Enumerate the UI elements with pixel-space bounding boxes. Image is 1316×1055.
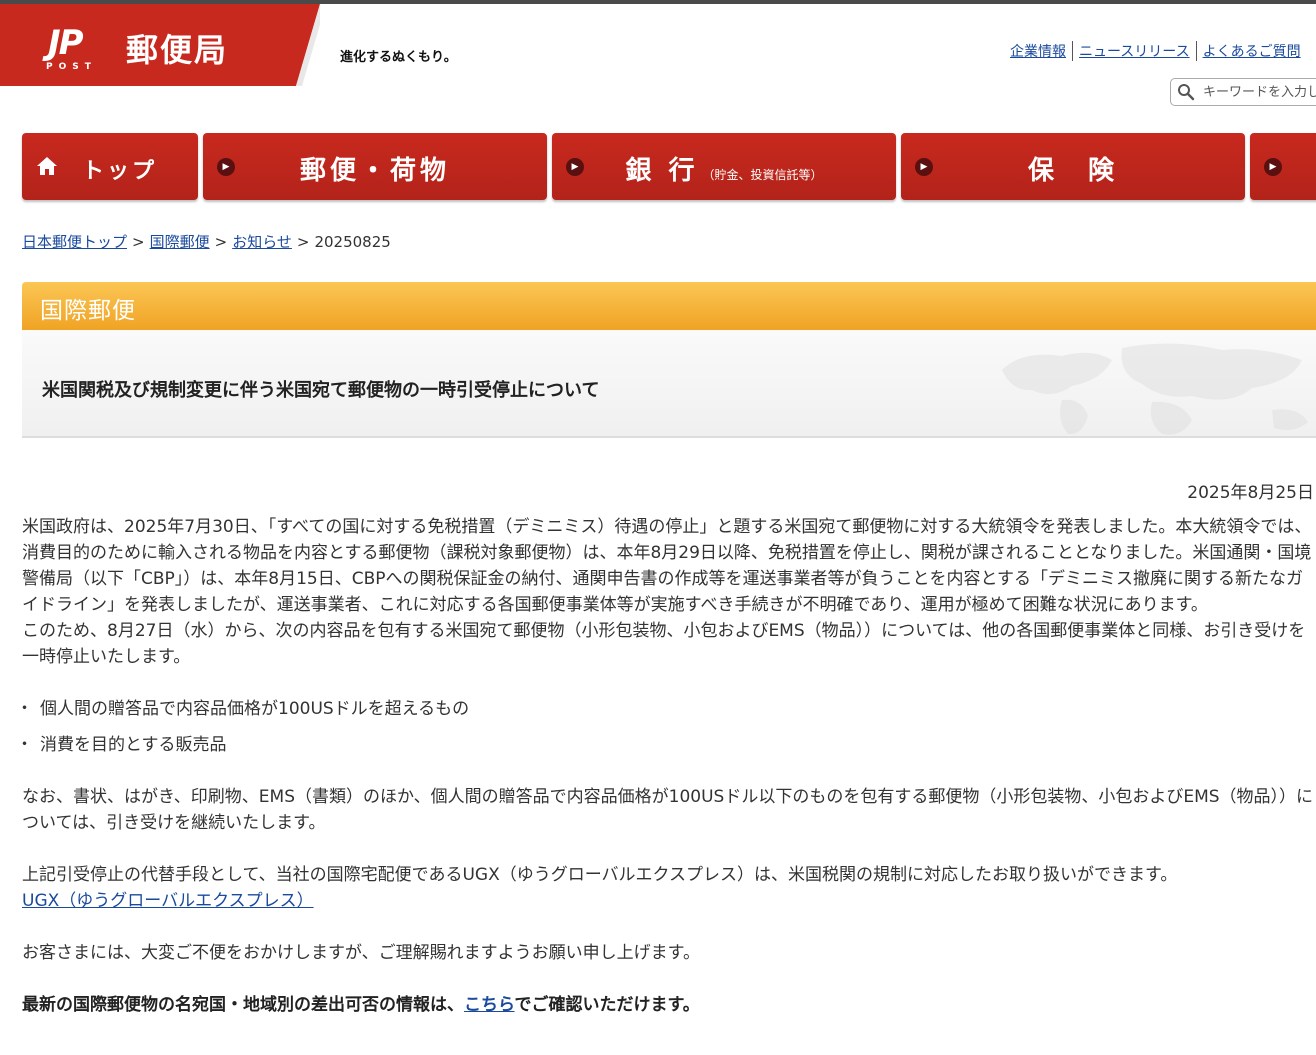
post-logo-text: POST — [46, 62, 97, 72]
chevron-right-icon: ▶ — [1264, 158, 1282, 176]
list-item: 個人間の贈答品で内容品価格が100USドルを超えるもの — [16, 696, 1316, 722]
breadcrumb-notices[interactable]: お知らせ — [232, 233, 292, 251]
article-paragraph: お客さまには、大変ご不便をおかけしますが、ご理解賜れますようお願い申し上げます。 — [22, 943, 700, 963]
tagline: 進化するぬくもり。 — [340, 50, 457, 65]
list-item: 消費を目的とする販売品 — [16, 732, 1316, 758]
breadcrumb-jp-top[interactable]: 日本郵便トップ — [22, 233, 127, 251]
breadcrumb-current: 20250825 — [314, 233, 391, 251]
article-paragraph: なお、書状、はがき、印刷物、EMS（書類）のほか、個人間の贈答品で内容品価格が1… — [22, 787, 1314, 833]
nav-bank-sublabel: （貯金、投資信託等） — [702, 168, 823, 182]
article-paragraph: 上記引受停止の代替手段として、当社の国際宅配便であるUGX（ゆうグローバルエクス… — [22, 865, 1178, 885]
logo-banner[interactable]: JP POST 郵便局 — [0, 4, 320, 86]
publish-date: 2025年8月25日 — [1187, 483, 1314, 503]
nav-top-label: トップ — [82, 159, 158, 184]
search-input[interactable] — [1203, 84, 1316, 100]
nav-bank-text: 銀 行 — [625, 156, 699, 186]
news-release-link[interactable]: ニュースリリース — [1073, 41, 1196, 61]
title-box: 米国関税及び規制変更に伴う米国宛て郵便物の一時引受停止について — [22, 330, 1316, 438]
nav-bank-label: 銀 行（貯金、投資信託等） — [552, 150, 896, 187]
article-paragraph: このため、8月27日（水）から、次の内容品を包有する米国宛て郵便物（小形包装物、… — [22, 621, 1306, 667]
breadcrumb-separator: > — [214, 233, 228, 251]
utility-links: 企業情報 ニュースリリース よくあるご質問 — [1004, 41, 1307, 61]
nav-more[interactable]: ▶ — [1250, 133, 1316, 200]
nav-mail-label: 郵便・荷物 — [299, 156, 450, 186]
breadcrumb-separator: > — [132, 233, 145, 251]
article-paragraph: 米国政府は、2025年7月30日、「すべての国に対する免税措置（デミニミス）待遇… — [22, 517, 1312, 615]
final-notice-text: 最新の国際郵便物の名宛国・地域別の差出可否の情報は、 — [22, 995, 464, 1015]
world-map-graphic — [1002, 343, 1308, 435]
page-title: 米国関税及び規制変更に伴う米国宛て郵便物の一時引受停止について — [42, 380, 600, 401]
nav-top[interactable]: トップ — [22, 133, 198, 200]
nav-mail[interactable]: ▶ 郵便・荷物 — [203, 133, 547, 200]
site-logo-name: 郵便局 — [126, 31, 229, 69]
breadcrumb: 日本郵便トップ > 国際郵便 > お知らせ >20250825 — [22, 231, 391, 252]
nav-insurance[interactable]: ▶ 保 険 — [901, 133, 1245, 200]
nav-bank[interactable]: ▶ 銀 行（貯金、投資信託等） — [552, 133, 896, 200]
section-header: 国際郵便 — [22, 282, 1316, 330]
ugx-link[interactable]: UGX（ゆうグローバルエクスプレス） — [22, 891, 314, 911]
section-label: 国際郵便 — [40, 298, 136, 324]
search-box — [1170, 78, 1316, 106]
final-notice: 最新の国際郵便物の名宛国・地域別の差出可否の情報は、こちらでご確認いただけます。 — [22, 992, 1316, 1018]
breadcrumb-separator: > — [296, 233, 310, 251]
search-icon[interactable] — [1177, 83, 1195, 101]
corporate-info-link[interactable]: 企業情報 — [1004, 41, 1072, 61]
nav-insurance-label: 保 険 — [1027, 156, 1118, 186]
final-notice-text: でご確認いただけます。 — [514, 995, 700, 1015]
home-icon — [37, 157, 57, 175]
here-link[interactable]: こちら — [464, 995, 515, 1015]
jp-logo-mark: JP — [48, 23, 84, 63]
breadcrumb-intl-mail[interactable]: 国際郵便 — [150, 233, 210, 251]
faq-link[interactable]: よくあるご質問 — [1197, 41, 1307, 61]
article-body: 米国政府は、2025年7月30日、「すべての国に対する免税措置（デミニミス）待遇… — [16, 514, 1316, 1018]
